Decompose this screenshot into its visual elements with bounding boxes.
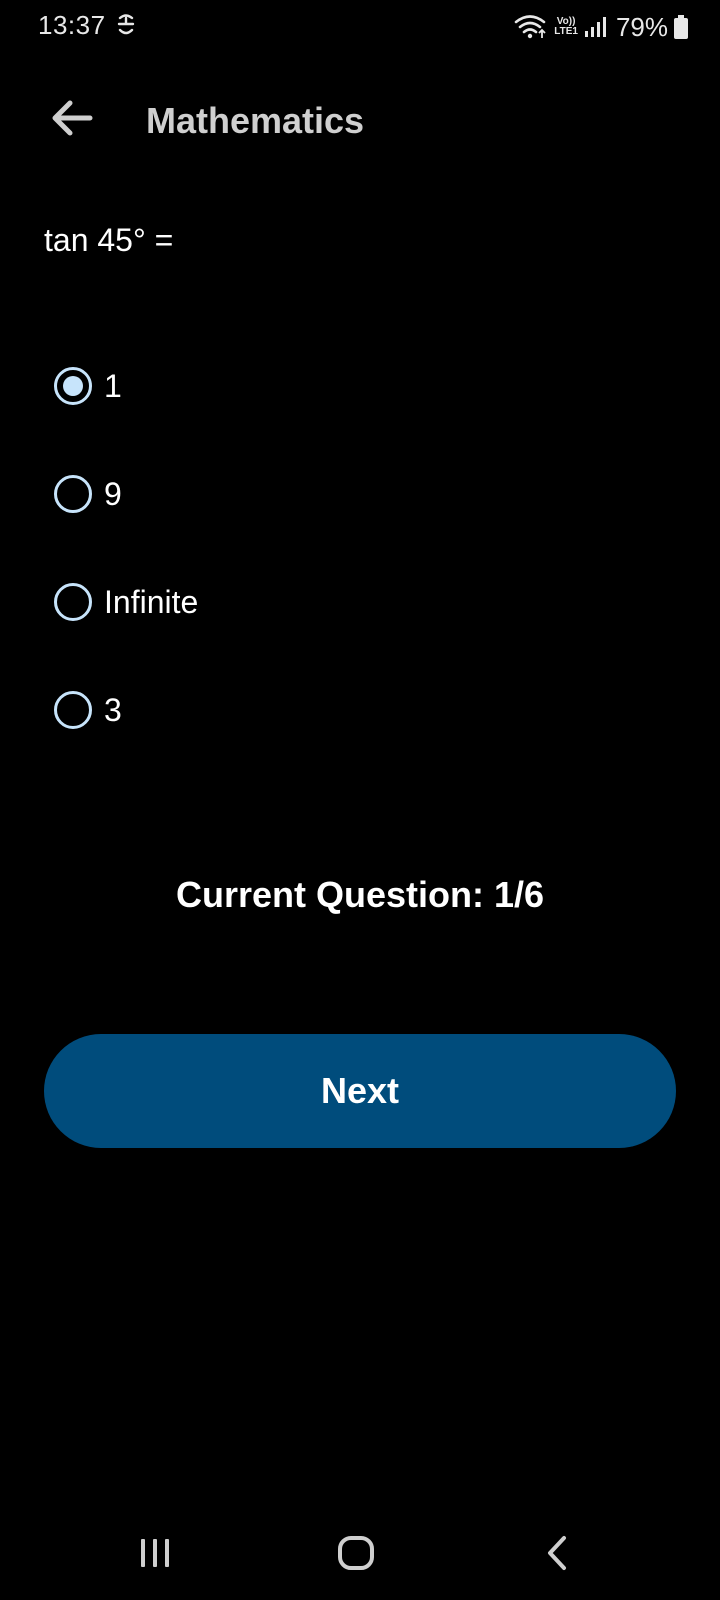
option-infinite[interactable]: Infinite bbox=[54, 572, 198, 632]
option-1[interactable]: 1 bbox=[54, 356, 122, 416]
option-label: 1 bbox=[104, 367, 122, 404]
status-bar: 13:37 Vo)) LTE1 79% bbox=[0, 0, 720, 56]
back-icon bbox=[545, 1535, 569, 1576]
page-title: Mathematics bbox=[146, 100, 365, 141]
nav-back-button[interactable] bbox=[507, 1510, 607, 1600]
status-time: 13:37 bbox=[38, 10, 106, 40]
battery-percent: 79% bbox=[615, 11, 668, 42]
signal-icon bbox=[584, 16, 606, 38]
next-button[interactable]: Next bbox=[44, 1034, 676, 1148]
question-text: tan 45° = bbox=[44, 222, 174, 258]
recents-icon bbox=[138, 1537, 172, 1574]
option-label: 9 bbox=[104, 475, 122, 512]
question-progress: Current Question: 1/6 bbox=[175, 874, 545, 915]
option-label: Infinite bbox=[104, 583, 199, 620]
option-label: 3 bbox=[104, 691, 122, 728]
app-bar: Mathematics bbox=[0, 72, 720, 168]
option-3[interactable]: 3 bbox=[54, 680, 122, 740]
arrow-left-icon bbox=[50, 100, 94, 141]
radio-button[interactable] bbox=[54, 583, 92, 621]
battery-icon bbox=[674, 15, 688, 39]
volte-icon: Vo)) LTE1 bbox=[554, 17, 578, 37]
recents-button[interactable] bbox=[105, 1510, 205, 1600]
volte-bottom-label: LTE1 bbox=[554, 26, 578, 37]
home-icon bbox=[337, 1535, 375, 1576]
notification-icon bbox=[115, 12, 137, 38]
radio-button[interactable] bbox=[54, 475, 92, 513]
screen: 13:37 Vo)) LTE1 79% Mathematics tan 45° … bbox=[0, 0, 720, 1600]
radio-button[interactable] bbox=[54, 691, 92, 729]
home-button[interactable] bbox=[306, 1510, 406, 1600]
system-nav-bar bbox=[0, 1510, 720, 1600]
status-icons: Vo)) LTE1 79% bbox=[514, 10, 688, 44]
back-button[interactable] bbox=[44, 94, 100, 146]
option-9[interactable]: 9 bbox=[54, 464, 122, 524]
radio-button-selected[interactable] bbox=[54, 367, 92, 405]
wifi-icon bbox=[514, 14, 548, 40]
